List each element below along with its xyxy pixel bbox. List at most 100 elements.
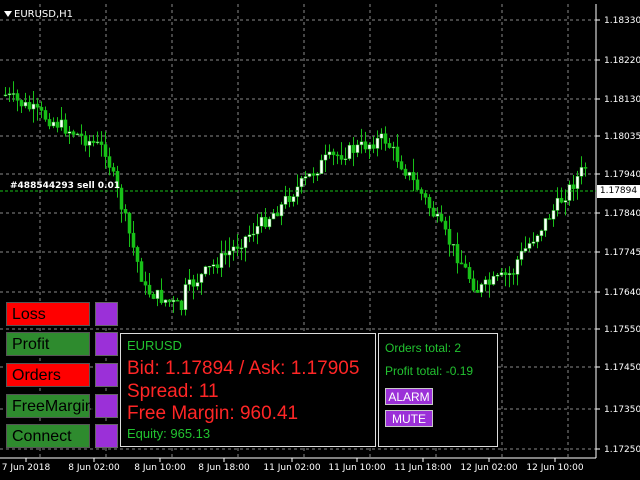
- candle-body: [423, 193, 428, 198]
- mute-button[interactable]: MUTE: [385, 410, 433, 427]
- candle-body: [59, 119, 64, 128]
- candle-body: [315, 173, 320, 176]
- chart-menu-icon[interactable]: [4, 11, 12, 17]
- orders-button[interactable]: Orders: [6, 363, 90, 387]
- candle-body: [575, 176, 580, 189]
- candle-body: [551, 210, 556, 220]
- connect-toggle[interactable]: [95, 424, 118, 448]
- profit-total-text: Profit total: -0.19: [385, 364, 474, 378]
- candle-body: [487, 279, 492, 285]
- candle-body: [447, 228, 452, 245]
- candle-body: [395, 146, 400, 162]
- price-axis-label: 1.17840: [604, 209, 640, 219]
- time-axis-label: 8 Jun 18:00: [198, 463, 250, 473]
- candle-body: [247, 234, 252, 237]
- candle-body: [43, 110, 48, 120]
- candle-body: [355, 144, 360, 153]
- connect-button[interactable]: Connect: [6, 424, 90, 448]
- candle-body: [563, 200, 568, 203]
- candle-body: [311, 173, 316, 176]
- candle-body: [287, 196, 292, 202]
- candle-body: [11, 93, 16, 95]
- freemargin-toggle[interactable]: [95, 394, 118, 418]
- profit-button[interactable]: Profit: [6, 332, 90, 356]
- candle-body: [443, 220, 448, 230]
- candle-body: [111, 167, 116, 172]
- candle-body: [503, 272, 508, 276]
- candle-body: [387, 143, 392, 148]
- candle-body: [323, 154, 328, 161]
- candle-body: [255, 225, 260, 235]
- candle-body: [79, 133, 84, 136]
- orders-panel: Orders total: 2 Profit total: -0.19 ALAR…: [378, 333, 498, 447]
- alarm-button[interactable]: ALARM: [385, 388, 433, 405]
- price-axis-label: 1.17640: [604, 288, 640, 298]
- candle-body: [467, 267, 472, 280]
- candle-body: [123, 209, 128, 214]
- candle-body: [47, 119, 52, 127]
- candle-body: [475, 290, 480, 293]
- candle-body: [327, 151, 332, 156]
- time-axis-label: 7 Jun 2018: [2, 463, 51, 473]
- candle-body: [27, 102, 32, 110]
- profit-toggle[interactable]: [95, 332, 118, 356]
- candle-body: [583, 167, 588, 169]
- candle-body: [135, 247, 140, 262]
- candle-body: [515, 259, 520, 275]
- candle-body: [147, 284, 152, 295]
- candle-body: [23, 102, 28, 107]
- candle-body: [143, 281, 148, 286]
- candle-body: [171, 299, 176, 303]
- price-axis-label: 1.17350: [604, 405, 640, 415]
- candle-body: [319, 159, 324, 174]
- candle-body: [35, 103, 40, 108]
- time-axis-label: 8 Jun 10:00: [134, 463, 186, 473]
- candle-body: [483, 279, 488, 285]
- candle-body: [399, 161, 404, 170]
- candle-body: [535, 235, 540, 243]
- candle-body: [263, 216, 268, 228]
- candle-body: [95, 141, 100, 144]
- price-axis-label: 1.17250: [604, 445, 640, 455]
- candle-body: [167, 299, 172, 303]
- candle-body: [479, 284, 484, 293]
- candle-body: [103, 144, 108, 157]
- time-axis-label: 12 Jun 10:00: [526, 463, 583, 473]
- candle-body: [239, 247, 244, 250]
- candle-body: [267, 218, 272, 228]
- candle-body: [555, 197, 560, 211]
- candle-body: [31, 103, 36, 110]
- candle-body: [531, 241, 536, 244]
- candle-body: [279, 204, 284, 217]
- candle-body: [523, 248, 528, 252]
- freemargin-button[interactable]: FreeMargin: [6, 394, 94, 418]
- price-axis-label: 1.17550: [604, 325, 640, 335]
- orders-toggle[interactable]: [95, 363, 118, 387]
- candle-body: [435, 213, 440, 217]
- candle-body: [195, 282, 200, 287]
- candle-body: [203, 266, 208, 275]
- loss-toggle[interactable]: [95, 302, 118, 326]
- candle-body: [231, 246, 236, 252]
- candle-body: [3, 94, 8, 97]
- candle-body: [567, 184, 572, 201]
- candle-body: [579, 167, 584, 177]
- candle-body: [163, 299, 168, 303]
- orders-total-text: Orders total: 2: [385, 341, 462, 355]
- candle-body: [459, 262, 464, 265]
- candle-body: [91, 140, 96, 143]
- price-axis-label: 1.18220: [604, 56, 640, 66]
- candle-body: [351, 144, 356, 153]
- spread-text: Spread: 11: [127, 381, 219, 402]
- candle-body: [107, 156, 112, 168]
- price-axis-label: 1.18330: [604, 16, 640, 26]
- candle-body: [179, 300, 184, 310]
- candle-body: [67, 131, 72, 134]
- candle-body: [499, 272, 504, 276]
- candle-body: [431, 207, 436, 217]
- candle-body: [151, 293, 156, 299]
- candle-body: [223, 252, 228, 256]
- loss-button[interactable]: Loss: [6, 302, 90, 326]
- candle-body: [571, 184, 576, 189]
- candle-body: [55, 121, 60, 128]
